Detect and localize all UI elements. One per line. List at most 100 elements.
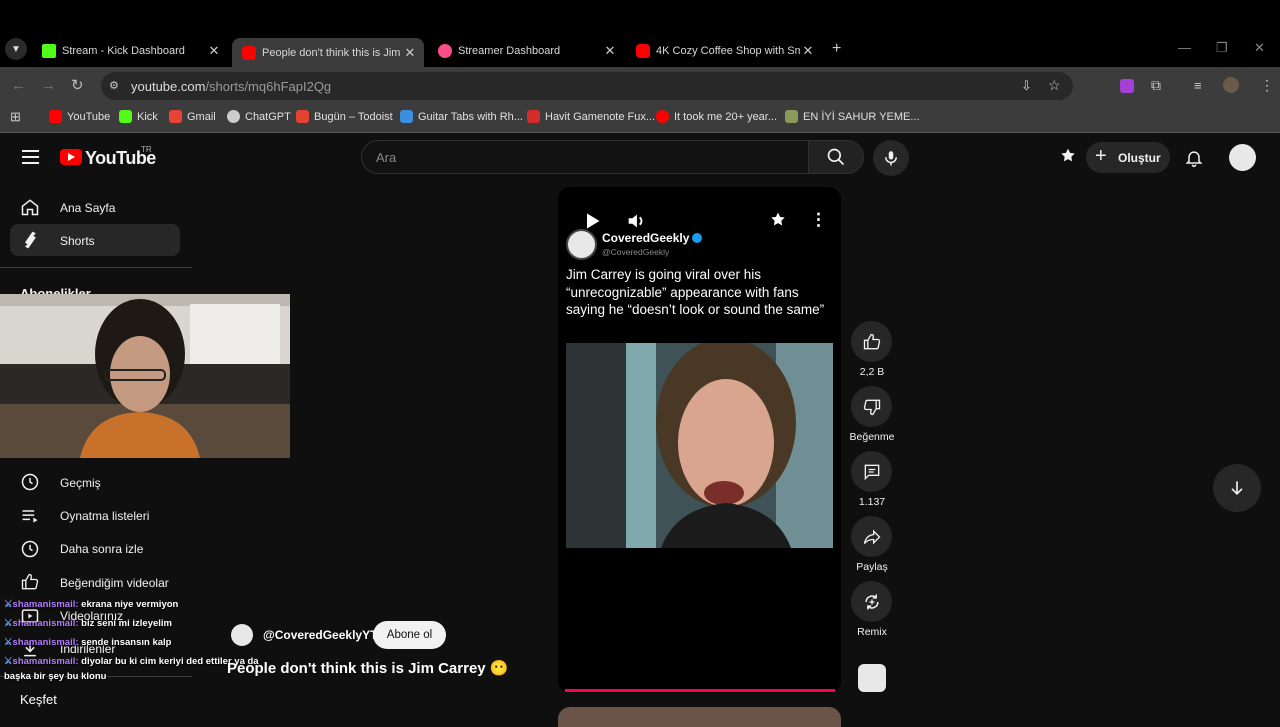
minimize-icon[interactable]: — xyxy=(1178,40,1191,55)
tab-kick-dashboard[interactable]: Stream - Kick Dashboard ✕ xyxy=(32,38,228,64)
sidebar-section-explore: Keşfet xyxy=(20,692,57,707)
remix-button[interactable] xyxy=(851,581,892,622)
sound-source-thumbnail[interactable] xyxy=(858,664,886,692)
extensions-puzzle-icon[interactable]: ⧉ xyxy=(1151,77,1161,94)
tab-close-icon[interactable]: ✕ xyxy=(206,43,222,59)
notifications-bell-icon[interactable] xyxy=(1184,147,1204,169)
share-label: Paylaş xyxy=(856,561,888,573)
bookmark-chatgpt[interactable]: ChatGPT xyxy=(227,110,291,123)
tab-title: Streamer Dashboard xyxy=(458,45,561,57)
bookmark-star-icon[interactable]: ☆ xyxy=(1048,77,1061,94)
bookmark-kick[interactable]: Kick xyxy=(119,110,158,123)
history-icon xyxy=(21,473,39,491)
close-window-icon[interactable]: ✕ xyxy=(1254,40,1265,56)
post-image xyxy=(566,343,833,548)
post-photo xyxy=(566,343,833,548)
sidebar-label-shorts: Shorts xyxy=(60,234,95,248)
comment-icon xyxy=(864,464,879,480)
short-title: People don't think this is Jim Carrey 😶 xyxy=(227,660,509,677)
remix-icon xyxy=(864,594,879,609)
sidebar-item-playlists[interactable]: Oynatma listeleri xyxy=(60,509,149,523)
menu-icon[interactable] xyxy=(22,150,39,168)
channel-avatar[interactable] xyxy=(231,624,253,646)
tab-close-icon[interactable]: ✕ xyxy=(800,43,816,59)
youtube-icon xyxy=(656,110,669,123)
next-short-button[interactable] xyxy=(1213,464,1261,512)
bookmark-sahur[interactable]: EN İYİ SAHUR YEME... xyxy=(785,110,920,123)
guitar-tabs-icon xyxy=(400,110,413,123)
browser-menu-icon[interactable]: ⋮ xyxy=(1260,77,1274,94)
forward-icon[interactable]: → xyxy=(41,77,56,94)
back-icon[interactable]: ← xyxy=(11,77,26,94)
dislike-label: Beğenme xyxy=(849,431,895,443)
tab-streamer-dashboard[interactable]: Streamer Dashboard ✕ xyxy=(428,38,624,64)
tab-title: Stream - Kick Dashboard xyxy=(62,45,185,57)
media-control-icon[interactable]: ≡ xyxy=(1194,78,1202,93)
post-author-handle: @CoveredGeekly xyxy=(602,247,670,257)
youtube-logo-icon[interactable] xyxy=(60,149,82,165)
sidebar-label-home: Ana Sayfa xyxy=(60,201,116,215)
url-text: youtube.com/shorts/mq6hFapI2Qg xyxy=(131,79,332,94)
install-app-icon[interactable]: ⇩ xyxy=(1021,78,1032,94)
subscribe-button[interactable]: Abone ol xyxy=(373,621,446,649)
chat-message: ⚔shamanismail: ekrana niye vermiyon xyxy=(4,599,179,610)
remix-label: Remix xyxy=(857,626,887,638)
bookmark-youtube[interactable]: YouTube xyxy=(49,110,110,123)
dislike-button[interactable] xyxy=(851,386,892,427)
volume-icon[interactable] xyxy=(625,210,647,232)
search-button[interactable] xyxy=(808,140,864,174)
extension-icon[interactable] xyxy=(1120,79,1134,93)
profile-avatar[interactable] xyxy=(1223,77,1239,93)
remix-star-icon[interactable] xyxy=(768,211,788,231)
food-icon xyxy=(785,110,798,123)
bookmark-gmail[interactable]: Gmail xyxy=(169,110,216,123)
channel-name[interactable]: @CoveredGeeklyYT xyxy=(263,628,377,642)
streamer-icon xyxy=(438,44,452,58)
tab-youtube-short[interactable]: People don't think this is Jim Ca ✕ xyxy=(232,38,424,67)
sidebar-item-liked-videos[interactable]: Beğendiğim videolar xyxy=(60,576,169,590)
tab-coffee-shop[interactable]: 4K Cozy Coffee Shop with Smo ✕ xyxy=(626,38,822,64)
home-icon xyxy=(21,199,39,216)
tab-close-icon[interactable]: ✕ xyxy=(602,43,618,59)
country-code: TR xyxy=(141,145,152,154)
sidebar-item-watch-later[interactable]: Daha sonra izle xyxy=(60,542,143,556)
post-author-name: CoveredGeekly xyxy=(602,231,690,245)
more-options-icon[interactable]: ⋮ xyxy=(810,210,827,230)
havit-icon xyxy=(527,110,540,123)
thumbs-down-icon xyxy=(863,399,880,415)
chat-message: başka bir şey bu klonu xyxy=(4,671,107,682)
create-label: Oluştur xyxy=(1118,151,1161,165)
search-icon xyxy=(827,148,845,166)
reload-icon[interactable]: ↻ xyxy=(71,76,84,94)
youtube-icon xyxy=(242,45,256,60)
sword-badge-icon: ⚔ xyxy=(4,599,13,610)
kick-icon xyxy=(42,44,56,58)
bookmark-havit[interactable]: Havit Gamenote Fux... xyxy=(527,110,655,123)
voice-search-button[interactable] xyxy=(873,140,909,176)
maximize-icon[interactable]: ❐ xyxy=(1216,40,1228,56)
video-progress-bar[interactable] xyxy=(565,689,836,692)
chat-message: ⚔shamanismail: diyolar bu ki cim keriyi … xyxy=(4,656,259,667)
share-button[interactable] xyxy=(851,516,892,557)
chat-message: ⚔shamanismail: sende insansın kalp xyxy=(4,637,172,648)
bookmark-video[interactable]: It took me 20+ year... xyxy=(656,110,777,123)
tab-search-button[interactable]: ▼ xyxy=(5,38,27,60)
account-avatar[interactable] xyxy=(1229,144,1256,171)
play-icon[interactable] xyxy=(582,211,602,231)
tab-title: 4K Cozy Coffee Shop with Smo xyxy=(656,45,800,57)
comments-button[interactable] xyxy=(851,451,892,492)
search-input[interactable] xyxy=(361,140,809,174)
like-button[interactable] xyxy=(851,321,892,362)
new-tab-icon[interactable]: + xyxy=(832,40,841,58)
site-info-icon[interactable]: ⚙ xyxy=(109,79,119,92)
tab-close-icon[interactable]: ✕ xyxy=(402,45,418,61)
sidebar-item-history[interactable]: Geçmiş xyxy=(60,476,101,490)
gmail-icon xyxy=(169,110,182,123)
apps-grid-icon[interactable]: ⊞ xyxy=(10,109,21,125)
shorts-remix-icon[interactable] xyxy=(1058,147,1078,167)
youtube-icon xyxy=(636,44,650,58)
bookmark-guitar-tabs[interactable]: Guitar Tabs with Rh... xyxy=(400,110,523,123)
bookmark-todoist[interactable]: Bugün – Todoist xyxy=(296,110,393,123)
thumbs-up-icon xyxy=(863,333,880,349)
plus-icon: + xyxy=(1095,145,1107,167)
